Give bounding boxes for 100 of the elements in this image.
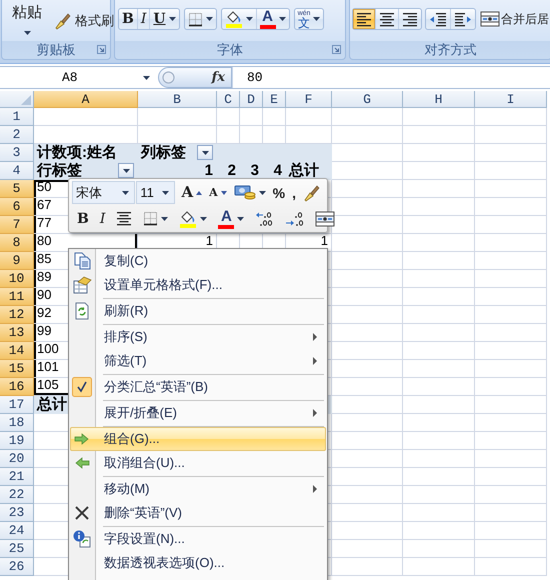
table-cell (332, 486, 403, 504)
table-cell (403, 360, 475, 378)
menu-item[interactable]: 数据透视表选项(O)... (70, 551, 326, 575)
row-header[interactable]: 24 (0, 522, 34, 540)
dialog-launcher-icon[interactable] (97, 45, 106, 54)
row-header[interactable]: 11 (0, 288, 34, 306)
menu-item[interactable]: 字段设置(N)... (70, 527, 326, 551)
menu-item[interactable]: 取消组合(U)... (70, 451, 326, 475)
row-header[interactable]: 26 (0, 558, 34, 576)
row-header[interactable]: 15 (0, 360, 34, 378)
menu-item[interactable]: 分类汇总“英语”(B) (70, 375, 326, 399)
row-header[interactable]: 20 (0, 450, 34, 468)
font-field[interactable]: 宋体 (72, 181, 136, 204)
table-cell (475, 306, 547, 324)
row-header[interactable]: 23 (0, 504, 34, 522)
row-header[interactable]: 10 (0, 270, 34, 288)
table-cell (332, 306, 403, 324)
table-cell (403, 126, 475, 144)
row-header[interactable]: 8 (0, 234, 34, 252)
table-cell (475, 288, 547, 306)
dialog-launcher-icon[interactable] (332, 45, 341, 54)
table-cell (475, 342, 547, 360)
column-header[interactable]: H (403, 91, 475, 108)
table-cell (332, 180, 403, 198)
italic-button[interactable]: I (136, 9, 150, 29)
row-header[interactable]: 6 (0, 198, 34, 216)
row-header[interactable]: 18 (0, 414, 34, 432)
row-header[interactable]: 5 (0, 180, 34, 198)
row-header[interactable]: 17 (0, 396, 34, 414)
decrease-decimal-icon (285, 210, 304, 226)
table-cell (403, 450, 475, 468)
shrink-font-button[interactable]: A (206, 182, 230, 204)
group-label: 剪贴板 (36, 41, 76, 59)
bold-button[interactable]: B (119, 9, 137, 29)
row-header[interactable]: 9 (0, 252, 34, 270)
right-arrow-icon (74, 433, 90, 445)
table-cell (475, 126, 547, 144)
column-header[interactable]: D (240, 91, 263, 108)
table-cell (475, 396, 547, 414)
format-painter-button[interactable]: 格式刷 (52, 10, 116, 32)
row-header[interactable]: 7 (0, 216, 34, 234)
table-cell (332, 450, 403, 468)
insert-function-button[interactable]: fx (212, 70, 225, 85)
paint-bucket-icon (224, 10, 243, 28)
comma-button[interactable]: , (289, 182, 299, 204)
row-header[interactable]: 2 (0, 126, 34, 144)
paste-button[interactable]: 粘贴 (8, 0, 46, 38)
table-cell (475, 162, 547, 180)
row-header[interactable]: 4 (0, 162, 34, 180)
grip-icon (162, 71, 175, 84)
column-header[interactable]: F (286, 91, 332, 108)
align-left-button[interactable] (353, 9, 375, 29)
table-cell (403, 216, 475, 234)
filter-button[interactable] (118, 163, 134, 178)
row-header[interactable]: 3 (0, 144, 34, 162)
percent-button[interactable]: % (270, 182, 288, 204)
column-header[interactable]: I (475, 91, 547, 108)
table-cell (286, 108, 332, 126)
merge-button[interactable]: 合并后居 (479, 8, 549, 30)
table-cell (475, 144, 547, 162)
group-label: 对齐方式 (424, 41, 476, 59)
column-header[interactable]: G (332, 91, 403, 108)
menu-item[interactable]: 组合(G)... (70, 427, 326, 451)
row-header[interactable]: 22 (0, 486, 34, 504)
row-header[interactable]: 16 (0, 378, 34, 396)
merge-cells-icon (315, 210, 336, 226)
column-header[interactable]: C (217, 91, 240, 108)
table-cell (332, 432, 403, 450)
table-cell (475, 216, 547, 234)
formula-field[interactable]: 80 (232, 67, 550, 88)
column-header[interactable]: A (34, 91, 138, 108)
menu-item[interactable]: 移动(M) (70, 477, 326, 501)
row-header[interactable]: 19 (0, 432, 34, 450)
merge-cells-icon (480, 11, 500, 27)
name-box[interactable]: A8 (0, 67, 156, 88)
underline-button[interactable]: U (149, 9, 179, 29)
table-cell (403, 288, 475, 306)
grow-font-button[interactable]: A (178, 182, 206, 204)
column-header[interactable]: E (263, 91, 286, 108)
row-header[interactable]: 25 (0, 540, 34, 558)
size-field[interactable]: 11 (136, 181, 176, 204)
table-cell (332, 126, 403, 144)
font-color-button[interactable]: A (256, 9, 289, 29)
row-header[interactable]: 13 (0, 324, 34, 342)
font-color-button[interactable]: A (213, 208, 250, 230)
row-header[interactable]: 14 (0, 342, 34, 360)
table-cell (403, 468, 475, 486)
row-header[interactable]: 12 (0, 306, 34, 324)
table-cell (475, 234, 547, 252)
table-cell (240, 108, 263, 126)
table-cell (475, 540, 547, 558)
table-cell (332, 396, 403, 414)
table-cell (332, 108, 403, 126)
menu-item[interactable]: 删除“英语”(V) (70, 501, 326, 525)
row-header[interactable]: 21 (0, 468, 34, 486)
refresh-icon (73, 302, 91, 320)
row-header[interactable]: 1 (0, 108, 34, 126)
column-header[interactable]: B (138, 91, 217, 108)
filter-button[interactable] (197, 145, 213, 160)
border-icon (143, 211, 158, 226)
